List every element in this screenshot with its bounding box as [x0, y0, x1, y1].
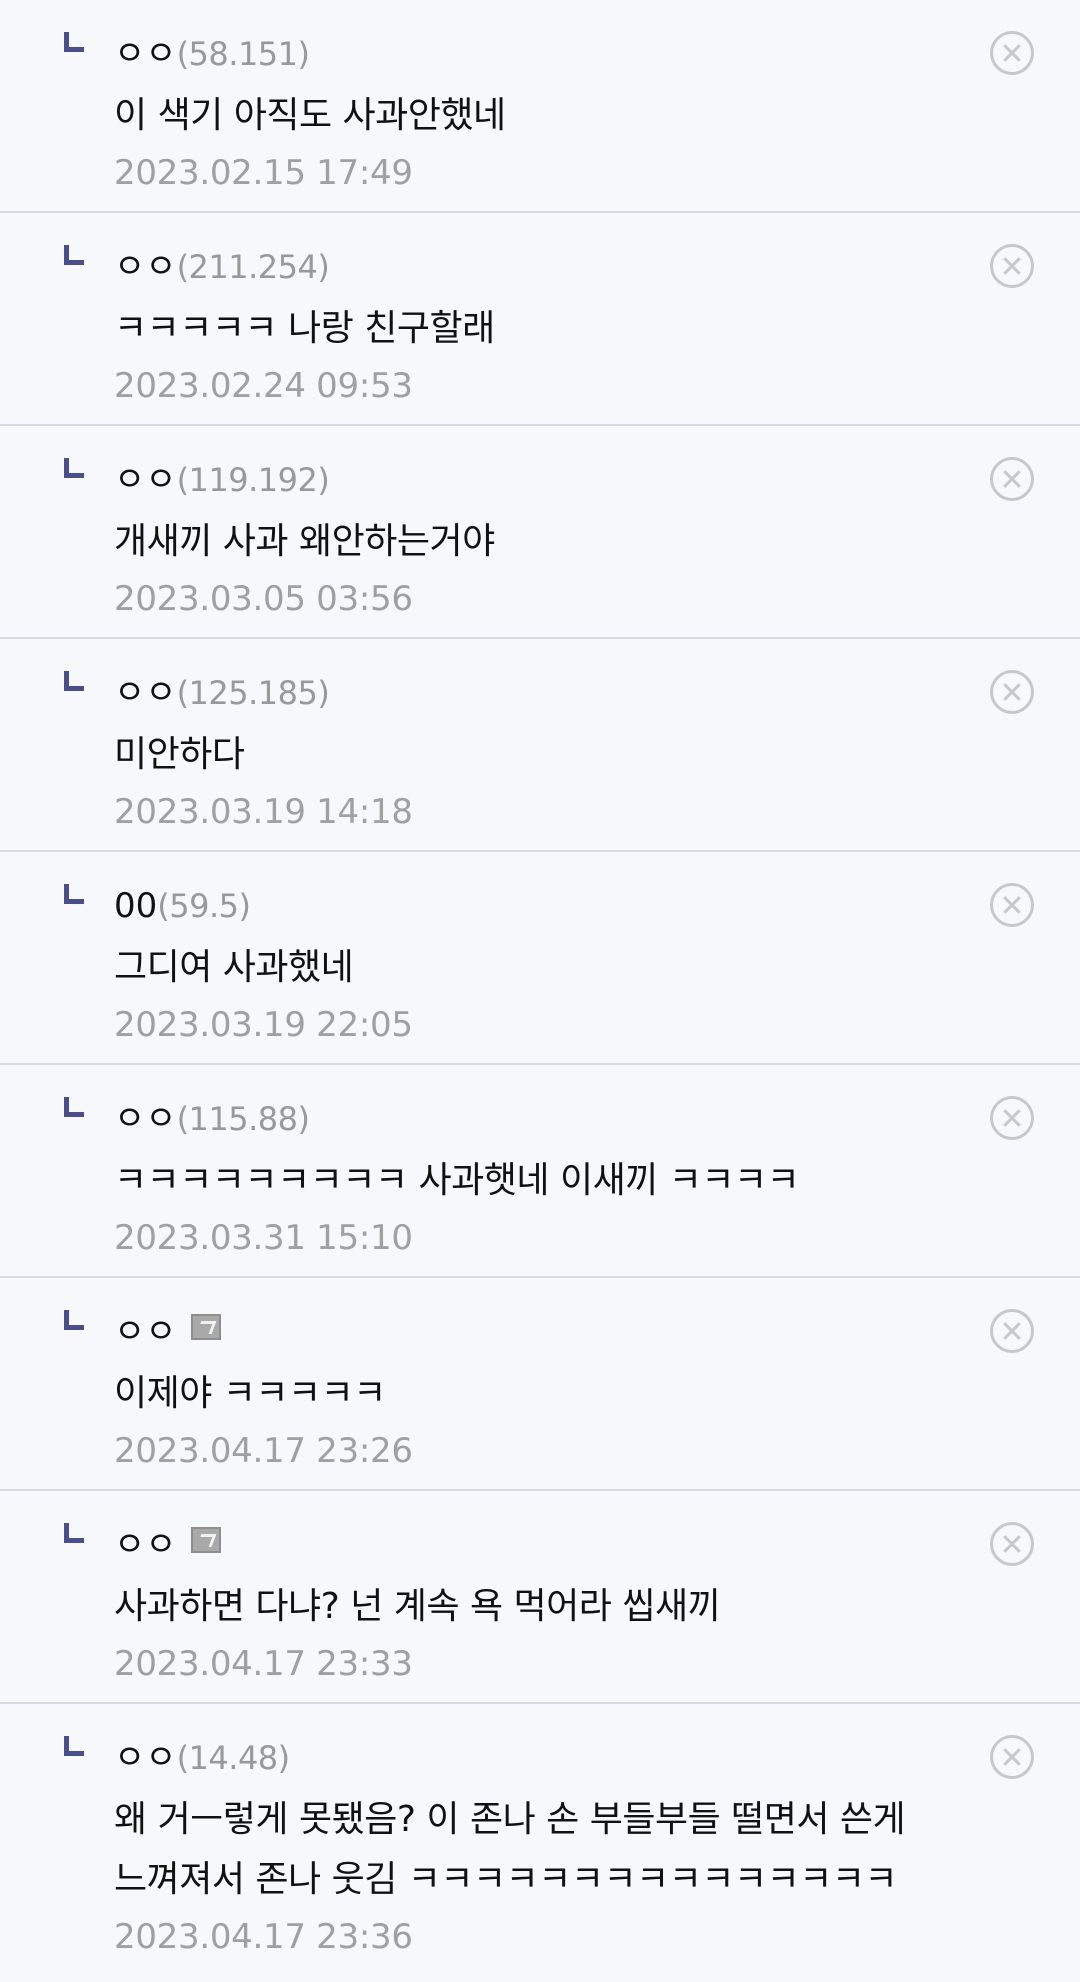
delete-button[interactable]: [990, 244, 1034, 288]
ip-address: (14.48): [176, 1739, 291, 1777]
reply-date: 2023.03.05 03:56: [114, 579, 413, 619]
reply-item: ㅇㅇ 이제야 ㅋㅋㅋㅋㅋ 2023.04.17 23:26: [0, 1278, 1080, 1491]
reply-text: 미안하다: [114, 734, 245, 775]
reply-arrow-icon: [64, 32, 84, 52]
reply-date: 2023.03.31 15:10: [114, 1218, 413, 1258]
delete-button[interactable]: [990, 1735, 1034, 1779]
ip-address: (125.185): [176, 674, 330, 712]
reply-arrow-icon: [64, 245, 84, 265]
member-badge-icon: [190, 1314, 221, 1340]
reply-content: ㅇㅇ 이제야 ㅋㅋㅋㅋㅋ 2023.04.17 23:26: [114, 1296, 960, 1478]
reply-content: ㅇㅇ (211.254) ㅋㅋㅋㅋㅋ 나랑 친구할래 2023.02.24 09…: [114, 231, 960, 413]
ip-address: (115.88): [176, 1100, 310, 1138]
member-badge-icon: [190, 1527, 221, 1553]
reply-arrow-icon: [64, 458, 84, 478]
reply-date: 2023.04.17 23:33: [114, 1644, 413, 1684]
delete-button[interactable]: [990, 1522, 1034, 1566]
reply-content: ㅇㅇ 사과하면 다냐? 넌 계속 욕 먹어라 씹새끼 2023.04.17 23…: [114, 1509, 960, 1691]
reply-text: 이제야 ㅋㅋㅋㅋㅋ: [114, 1373, 386, 1414]
ip-address: (211.254): [176, 248, 330, 286]
reply-item: ㅇㅇ (115.88) ㅋㅋㅋㅋㅋㅋㅋㅋㅋ 사과햇네 이새끼 ㅋㅋㅋㅋ 2023…: [0, 1065, 1080, 1278]
reply-content: ㅇㅇ (58.151) 이 색기 아직도 사과안했네 2023.02.15 17…: [114, 18, 960, 200]
reply-text: 사과하면 다냐? 넌 계속 욕 먹어라 씹새끼: [114, 1586, 721, 1627]
author-line: ㅇㅇ (58.151): [114, 18, 960, 74]
nickname[interactable]: ㅇㅇ: [114, 1099, 177, 1139]
reply-content: ㅇㅇ (115.88) ㅋㅋㅋㅋㅋㅋㅋㅋㅋ 사과햇네 이새끼 ㅋㅋㅋㅋ 2023…: [114, 1083, 960, 1265]
nickname[interactable]: ㅇㅇ: [114, 34, 177, 74]
author-line: 00 (59.5): [114, 870, 960, 926]
reply-text: 그디여 사과했네: [114, 947, 354, 988]
reply-text: 이 색기 아직도 사과안했네: [114, 95, 506, 136]
delete-button[interactable]: [990, 883, 1034, 927]
reply-item: ㅇㅇ (119.192) 개새끼 사과 왜안하는거야 2023.03.05 03…: [0, 426, 1080, 639]
author-line: ㅇㅇ (14.48): [114, 1722, 960, 1778]
author-line: ㅇㅇ (125.185): [114, 657, 960, 713]
reply-item: ㅇㅇ (211.254) ㅋㅋㅋㅋㅋ 나랑 친구할래 2023.02.24 09…: [0, 213, 1080, 426]
author-line: ㅇㅇ (119.192): [114, 444, 960, 500]
reply-text: 왜 거ㅡ렇게 못됐음? 이 존나 손 부들부들 떨면서 쓴게 느껴져서 존나 웃…: [114, 1799, 906, 1900]
nickname[interactable]: ㅇㅇ: [114, 247, 177, 287]
author-line: ㅇㅇ: [114, 1509, 960, 1565]
reply-content: ㅇㅇ (14.48) 왜 거ㅡ렇게 못됐음? 이 존나 손 부들부들 떨면서 쓴…: [114, 1722, 960, 1964]
nickname[interactable]: ㅇㅇ: [114, 1312, 177, 1352]
reply-content: ㅇㅇ (125.185) 미안하다 2023.03.19 14:18: [114, 657, 960, 839]
reply-content: 00 (59.5) 그디여 사과했네 2023.03.19 22:05: [114, 870, 960, 1052]
delete-button[interactable]: [990, 670, 1034, 714]
reply-item: ㅇㅇ (14.48) 왜 거ㅡ렇게 못됐음? 이 존나 손 부들부들 떨면서 쓴…: [0, 1704, 1080, 1974]
nickname[interactable]: ㅇㅇ: [114, 673, 177, 713]
reply-date: 2023.04.17 23:36: [114, 1917, 413, 1957]
delete-button[interactable]: [990, 31, 1034, 75]
reply-item: ㅇㅇ (125.185) 미안하다 2023.03.19 14:18: [0, 639, 1080, 852]
nickname[interactable]: ㅇㅇ: [114, 1738, 177, 1778]
reply-text: ㅋㅋㅋㅋㅋ 나랑 친구할래: [114, 308, 495, 349]
reply-text: 개새끼 사과 왜안하는거야: [114, 521, 495, 562]
reply-date: 2023.02.24 09:53: [114, 366, 413, 406]
reply-content: ㅇㅇ (119.192) 개새끼 사과 왜안하는거야 2023.03.05 03…: [114, 444, 960, 626]
author-line: ㅇㅇ (115.88): [114, 1083, 960, 1139]
author-line: ㅇㅇ (211.254): [114, 231, 960, 287]
ip-address: (59.5): [157, 887, 251, 925]
ip-address: (58.151): [176, 35, 310, 73]
reply-date: 2023.02.15 17:49: [114, 153, 413, 193]
reply-arrow-icon: [64, 1523, 84, 1543]
reply-arrow-icon: [64, 1736, 84, 1756]
reply-date: 2023.04.17 23:26: [114, 1431, 413, 1471]
reply-item: ㅇㅇ (58.151) 이 색기 아직도 사과안했네 2023.02.15 17…: [0, 0, 1080, 213]
reply-arrow-icon: [64, 671, 84, 691]
delete-button[interactable]: [990, 1309, 1034, 1353]
delete-button[interactable]: [990, 1096, 1034, 1140]
comment-list: ㅇㅇ (58.151) 이 색기 아직도 사과안했네 2023.02.15 17…: [0, 0, 1080, 1974]
author-line: ㅇㅇ: [114, 1296, 960, 1352]
reply-item: 00 (59.5) 그디여 사과했네 2023.03.19 22:05: [0, 852, 1080, 1065]
nickname[interactable]: ㅇㅇ: [114, 1525, 177, 1565]
ip-address: (119.192): [176, 461, 330, 499]
reply-arrow-icon: [64, 884, 84, 904]
reply-date: 2023.03.19 14:18: [114, 792, 413, 832]
reply-text: ㅋㅋㅋㅋㅋㅋㅋㅋㅋ 사과햇네 이새끼 ㅋㅋㅋㅋ: [114, 1160, 800, 1201]
reply-arrow-icon: [64, 1097, 84, 1117]
delete-button[interactable]: [990, 457, 1034, 501]
reply-arrow-icon: [64, 1310, 84, 1330]
nickname[interactable]: 00: [114, 886, 157, 926]
reply-date: 2023.03.19 22:05: [114, 1005, 413, 1045]
nickname[interactable]: ㅇㅇ: [114, 460, 177, 500]
reply-item: ㅇㅇ 사과하면 다냐? 넌 계속 욕 먹어라 씹새끼 2023.04.17 23…: [0, 1491, 1080, 1704]
